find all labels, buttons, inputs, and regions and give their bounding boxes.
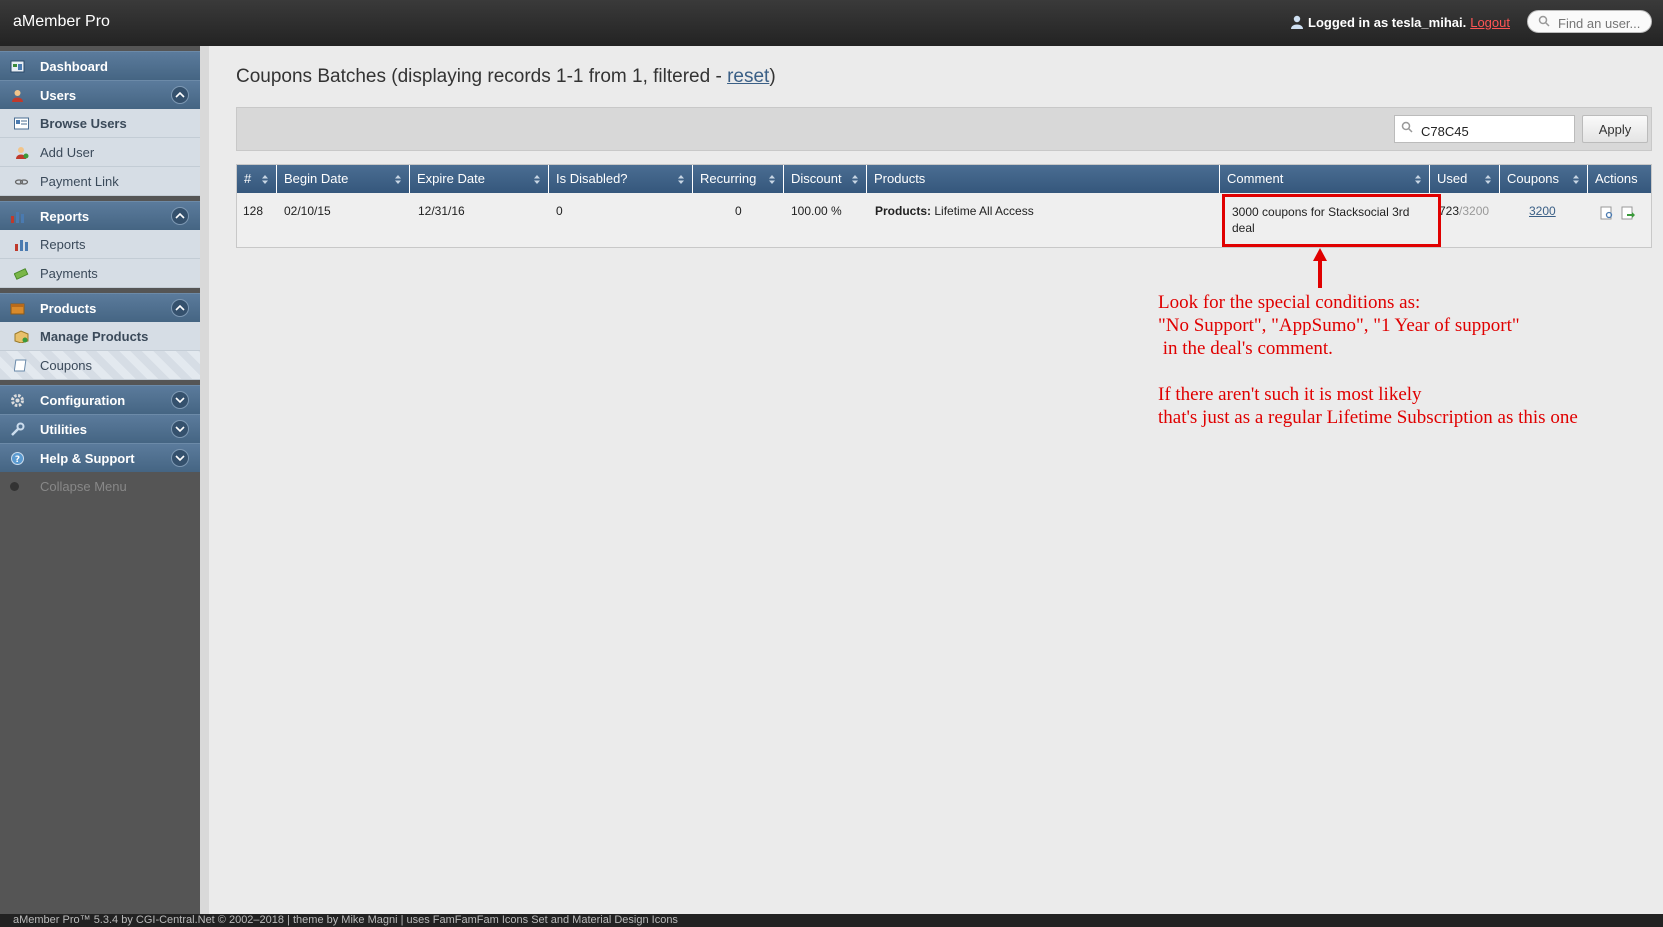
products-icon: [10, 303, 25, 315]
sort-icon: [1485, 175, 1491, 184]
cell-discount: 100.00 %: [791, 204, 842, 218]
filter-input[interactable]: [1394, 115, 1575, 143]
sort-icon: [852, 175, 858, 184]
column-header-id[interactable]: #: [237, 165, 277, 193]
cell-begin-date: 02/10/15: [284, 204, 331, 218]
sidebar-section-utilities[interactable]: Utilities: [0, 414, 200, 443]
logout-link[interactable]: Logout: [1470, 15, 1510, 30]
sidebar-item-payments[interactable]: Payments: [0, 259, 200, 288]
page-title: Coupons Batches (displaying records 1-1 …: [236, 66, 776, 87]
cell-is-disabled: 0: [556, 204, 563, 218]
arrow-up-icon: [1313, 248, 1327, 288]
sort-icon: [262, 175, 268, 184]
collapse-toggle-icon[interactable]: [171, 207, 189, 225]
sidebar-section-users[interactable]: Users: [0, 80, 200, 109]
expand-toggle-icon[interactable]: [171, 449, 189, 467]
login-status: Logged in as tesla_mihai. Logout: [1290, 15, 1510, 30]
link-icon: [14, 179, 29, 185]
sort-icon: [678, 175, 684, 184]
export-icon[interactable]: [1621, 206, 1635, 220]
column-header-discount[interactable]: Discount: [784, 165, 867, 193]
svg-text:?: ?: [15, 455, 20, 465]
sidebar-item-reports[interactable]: Reports: [0, 230, 200, 259]
apply-button[interactable]: Apply: [1582, 115, 1648, 143]
annotation-note: Look for the special conditions as: "No …: [1158, 292, 1578, 428]
reports-icon: [11, 212, 24, 223]
expand-toggle-icon[interactable]: [171, 391, 189, 409]
column-header-coupons[interactable]: Coupons: [1500, 165, 1588, 193]
sidebar-item-browse-users[interactable]: Browse Users: [0, 109, 200, 138]
column-header-expire-date[interactable]: Expire Date: [410, 165, 549, 193]
coupon-icon: [14, 359, 27, 372]
column-header-recurring[interactable]: Recurring: [693, 165, 784, 193]
dashboard-icon: [10, 60, 25, 73]
cell-products: Products: Lifetime All Access: [875, 204, 1034, 218]
app-title: aMember Pro: [13, 13, 110, 30]
box-icon: [14, 330, 29, 343]
cell-id: 128: [243, 204, 264, 218]
sort-icon: [534, 175, 540, 184]
sidebar-item-coupons[interactable]: Coupons: [0, 351, 200, 380]
cell-used: 723/3200: [1439, 204, 1490, 218]
sort-icon: [1415, 175, 1421, 184]
reset-link[interactable]: reset: [727, 66, 769, 87]
cell-expire-date: 12/31/16: [418, 204, 465, 218]
cell-coupons[interactable]: 3200: [1529, 204, 1556, 218]
column-header-actions: Actions: [1588, 165, 1651, 193]
search-icon: [1538, 15, 1550, 27]
collapse-menu-button[interactable]: Collapse Menu: [0, 472, 200, 501]
footer: aMember Pro™ 5.3.4 by CGI-Central.Net © …: [0, 914, 1663, 927]
money-icon: [14, 268, 29, 280]
column-header-begin-date[interactable]: Begin Date: [277, 165, 410, 193]
sidebar-item-payment-link[interactable]: Payment Link: [0, 167, 200, 196]
gear-icon: [11, 394, 24, 407]
sidebar-item-dashboard[interactable]: Dashboard: [0, 51, 200, 80]
collapse-icon: [10, 482, 19, 491]
column-header-used[interactable]: Used: [1430, 165, 1500, 193]
sidebar: Dashboard Users Browse Users Add User Pa…: [0, 46, 209, 914]
comment-highlight-box: [1222, 194, 1441, 247]
column-header-comment[interactable]: Comment: [1220, 165, 1430, 193]
top-bar: aMember Pro Logged in as tesla_mihai. Log…: [0, 0, 1663, 46]
collapse-toggle-icon[interactable]: [171, 299, 189, 317]
view-coupons-icon[interactable]: [1600, 206, 1614, 220]
sidebar-section-reports[interactable]: Reports: [0, 201, 200, 230]
expand-toggle-icon[interactable]: [171, 420, 189, 438]
search-icon: [1401, 121, 1413, 133]
column-header-products: Products: [867, 165, 1220, 193]
browse-users-icon: [14, 117, 29, 130]
sort-icon: [769, 175, 775, 184]
sort-icon: [1573, 175, 1579, 184]
coupons-count-link[interactable]: 3200: [1529, 204, 1556, 218]
collapse-toggle-icon[interactable]: [171, 86, 189, 104]
user-icon: [1291, 15, 1303, 29]
sidebar-section-products[interactable]: Products: [0, 293, 200, 322]
logged-in-text: Logged in as tesla_mihai.: [1308, 15, 1467, 30]
wrench-icon: [11, 422, 25, 436]
chart-icon: [15, 240, 28, 251]
sidebar-section-help-support[interactable]: ? Help & Support: [0, 443, 200, 472]
users-icon: [12, 90, 23, 102]
sidebar-item-add-user[interactable]: Add User: [0, 138, 200, 167]
sort-icon: [395, 175, 401, 184]
cell-recurring: 0: [735, 204, 742, 218]
sidebar-item-manage-products[interactable]: Manage Products: [0, 322, 200, 351]
sidebar-section-configuration[interactable]: Configuration: [0, 385, 200, 414]
help-icon: ?: [11, 452, 24, 465]
column-header-is-disabled[interactable]: Is Disabled?: [549, 165, 693, 193]
add-user-icon: [16, 147, 29, 159]
